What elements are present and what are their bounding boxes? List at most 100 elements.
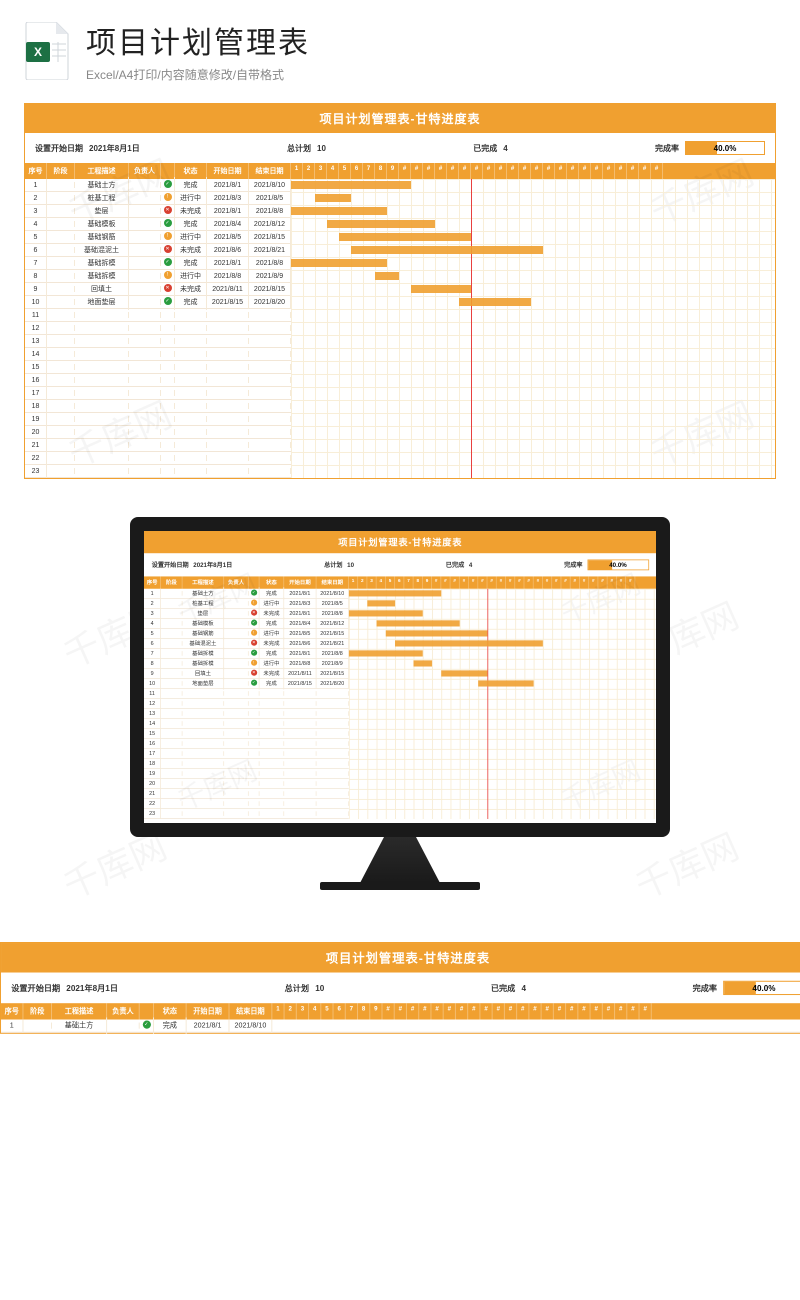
seq-cell: 4	[144, 618, 161, 628]
completion-rate-label: 完成率	[564, 561, 582, 569]
sheet-title-banner: 项目计划管理表-甘特进度表	[1, 943, 800, 973]
phase-cell	[161, 661, 183, 666]
day-col: 7	[404, 576, 413, 588]
seq-cell: 22	[144, 799, 161, 809]
seq-cell: 8	[25, 270, 47, 283]
start-date-label: 设置开始日期	[152, 561, 189, 569]
end-cell: 2021/8/20	[249, 296, 291, 309]
day-col: #	[495, 163, 507, 179]
seq-cell: 20	[144, 779, 161, 789]
day-col: #	[627, 163, 639, 179]
seq-cell: 11	[144, 688, 161, 698]
completion-progress-bar: 40.0%	[587, 559, 649, 570]
col-start-date: 开始日期	[207, 163, 249, 179]
completed-value: 4	[503, 144, 507, 153]
completed-label: 已完成	[473, 143, 497, 154]
completion-rate-label: 完成率	[655, 143, 679, 154]
table-row-empty: 13	[144, 709, 349, 719]
excel-file-icon: X	[24, 22, 70, 80]
owner-cell	[129, 273, 161, 279]
owner-cell	[224, 611, 249, 616]
table-row-empty: 14	[25, 348, 291, 361]
day-col: 1	[291, 163, 303, 179]
status-fail-icon	[164, 245, 172, 253]
phase-cell	[161, 601, 183, 606]
table-row-empty: 18	[144, 759, 349, 769]
status-cell: 完成	[175, 294, 207, 310]
table-row-empty: 19	[144, 769, 349, 779]
end-cell: 2021/8/8	[249, 205, 291, 218]
gantt-bar	[414, 660, 432, 666]
table-row-empty: 16	[25, 374, 291, 387]
seq-cell: 23	[144, 809, 161, 819]
seq-cell: 8	[144, 658, 161, 668]
seq-cell: 4	[25, 218, 47, 231]
gantt-bar	[349, 590, 441, 596]
seq-cell: 12	[144, 698, 161, 708]
seq-cell: 7	[144, 648, 161, 658]
seq-cell: 21	[25, 439, 47, 452]
table-row: 10地面垫层完成2021/8/152021/8/20	[144, 679, 349, 689]
start-cell: 2021/8/5	[284, 628, 316, 638]
table-row: 6基础混泥土未完成2021/8/62021/8/21	[25, 244, 291, 257]
owner-cell	[129, 286, 161, 292]
status-icon-cell	[249, 677, 260, 689]
end-cell: 2021/8/8	[316, 608, 348, 618]
progress-percent: 40.0%	[686, 142, 764, 154]
owner-cell	[224, 651, 249, 656]
day-col: 8	[375, 163, 387, 179]
status-fail-icon	[164, 206, 172, 214]
table-row-empty: 21	[25, 439, 291, 452]
owner-cell	[129, 260, 161, 266]
status-fail-icon	[251, 640, 257, 646]
gantt-bar	[291, 259, 387, 267]
day-col: #	[651, 163, 663, 179]
seq-cell: 11	[25, 309, 47, 322]
start-cell: 2021/8/1	[207, 257, 249, 270]
owner-cell	[224, 631, 249, 636]
end-cell: 2021/8/8	[316, 648, 348, 658]
owner-cell	[129, 221, 161, 227]
spreadsheet-preview: 千库网 千库网 千库网 千库网 项目计划管理表-甘特进度表 设置开始日期 202…	[144, 531, 657, 819]
phase-cell	[161, 641, 183, 646]
end-cell: 2021/8/5	[316, 598, 348, 608]
completion-progress-bar: 40.0%	[723, 981, 800, 995]
sheet-title-banner: 项目计划管理表-甘特进度表	[144, 531, 657, 553]
table-row: 9回填土未完成2021/8/112021/8/15	[144, 669, 349, 679]
seq-cell: 17	[25, 387, 47, 400]
total-plan-value: 10	[347, 561, 354, 568]
day-columns: 123456789######################	[349, 576, 635, 588]
day-col: #	[552, 576, 561, 588]
table-row: 8基础拆模进行中2021/8/82021/8/9	[25, 270, 291, 283]
status-prog-icon	[251, 630, 257, 636]
summary-row: 设置开始日期 2021年8月1日 总计划 10 已完成 4 完成率 40.0%	[144, 553, 657, 576]
table-row-empty: 23	[144, 809, 349, 819]
owner-cell	[224, 681, 249, 686]
day-col: 8	[414, 576, 423, 588]
day-col: #	[450, 576, 459, 588]
table-row-empty: 12	[25, 322, 291, 335]
table-row-empty: 14	[144, 719, 349, 729]
table-row-empty: 17	[25, 387, 291, 400]
completed-label: 已完成	[446, 561, 464, 569]
table-row-empty: 18	[25, 400, 291, 413]
end-cell: 2021/8/9	[316, 658, 348, 668]
table-row-empty: 13	[25, 335, 291, 348]
start-date-value: 2021年8月1日	[193, 561, 232, 569]
day-col: #	[483, 163, 495, 179]
table-row: 5基础钢筋进行中2021/8/52021/8/15	[25, 231, 291, 244]
start-cell: 2021/8/3	[207, 192, 249, 205]
status-done-icon	[142, 1021, 150, 1029]
start-date-value: 2021年8月1日	[89, 143, 140, 154]
phase-cell	[47, 260, 75, 266]
start-date-label: 设置开始日期	[35, 143, 83, 154]
start-date-value: 2021年8月1日	[66, 982, 118, 993]
owner-cell	[129, 195, 161, 201]
phase-cell	[47, 195, 75, 201]
spreadsheet-preview: 千库网 千库网 千库网 千库网 项目计划管理表-甘特进度表 设置开始日期 202…	[24, 103, 776, 479]
status-prog-icon	[164, 271, 172, 279]
table-row: 6基础混泥土未完成2021/8/62021/8/21	[144, 639, 349, 649]
gantt-bar	[386, 630, 488, 636]
end-cell: 2021/8/21	[249, 244, 291, 257]
total-plan-value: 10	[315, 983, 324, 992]
